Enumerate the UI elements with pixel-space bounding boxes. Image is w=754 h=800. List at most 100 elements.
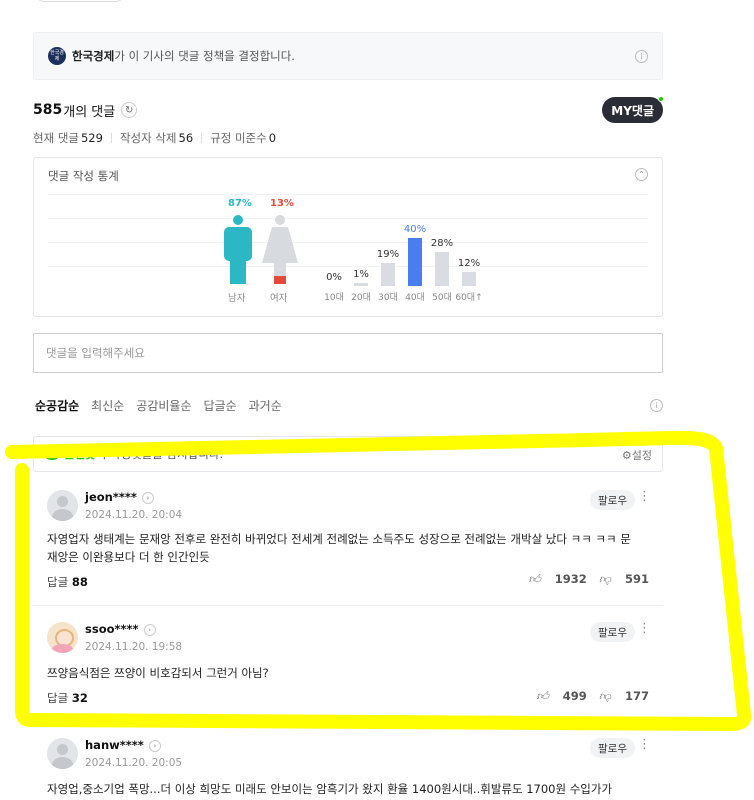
comment-count-row: 585 개의 댓글 ↻ MY댓글 <box>33 96 664 123</box>
cleanbot-text: 이 악성댓글을 감지합니다. <box>95 447 224 461</box>
my-comments-button[interactable]: MY댓글 <box>602 96 664 123</box>
gridline <box>48 218 648 219</box>
age-bar <box>462 272 476 286</box>
tab-sort-oldest[interactable]: 과거순 <box>249 397 282 414</box>
gender-figures <box>224 215 298 284</box>
thumbs-up-icon: 👍︎ <box>528 572 541 586</box>
cleanbot-settings-button[interactable]: ⚙설정 <box>622 447 652 463</box>
cleanbot-name: 클린봇 <box>64 447 96 461</box>
chevron-right-icon: › <box>148 740 161 752</box>
comment-stats-panel: 댓글 작성 통계 ⌃ 87% 13% 남자 여자 0% 10대 1% 20대 19% 30… <box>33 157 663 317</box>
top-pill-button[interactable] <box>36 0 124 2</box>
comment-nickname[interactable]: ssoo**** › <box>85 622 156 636</box>
male-legs <box>230 258 246 284</box>
press-name: 한국경제 <box>72 49 115 63</box>
divider <box>110 133 112 143</box>
female-body <box>262 227 298 263</box>
violation-label: 규정 미준수 <box>210 131 267 145</box>
male-pct: 87% <box>228 198 252 209</box>
new-dot-badge <box>658 96 664 102</box>
age-pct: 19% <box>376 249 400 260</box>
follow-button[interactable]: 팔로우 <box>590 490 635 510</box>
age-bar <box>381 263 395 286</box>
current-label: 현재 댓글 <box>33 131 79 145</box>
comment-count: 585 <box>33 102 63 118</box>
female-fill <box>274 276 286 284</box>
vote-group: 👍︎ 1932 👎︎ 591 <box>516 572 649 587</box>
more-icon[interactable]: ⋮ <box>638 490 651 503</box>
info-icon[interactable]: i <box>650 399 663 412</box>
comment-text: 자영업자 생태계는 문재앙 전후로 완전히 바뀌었다 전세계 전례없는 소득주도… <box>47 532 631 564</box>
age-pct: 1% <box>353 269 369 280</box>
violation-value: 0 <box>268 131 277 145</box>
vote-group: 👍︎ 499 👎︎ 177 <box>524 689 649 704</box>
gridline <box>48 242 648 243</box>
sort-tabs: 순공감순 최신순 공감비율순 답글순 과거순 <box>35 397 294 414</box>
female-pct: 13% <box>270 198 294 209</box>
comment-input-placeholder: 댓글을 입력해주세요 <box>46 346 145 360</box>
more-icon[interactable]: ⋮ <box>638 738 651 751</box>
age-label: 50대 <box>432 293 452 303</box>
age-label: 20대 <box>351 293 371 303</box>
tab-sort-latest[interactable]: 최신순 <box>91 397 124 414</box>
age-bar <box>435 252 449 286</box>
refresh-icon[interactable]: ↻ <box>121 102 138 118</box>
dislike-button[interactable]: 👎︎ 591 <box>599 572 649 587</box>
tab-sort-ratio[interactable]: 공감비율순 <box>136 397 191 414</box>
comment-text: 쯔양음식점은 쯔양이 비호감되서 그런거 아님? <box>47 666 269 680</box>
info-icon[interactable]: i <box>635 50 648 63</box>
current-value: 529 <box>80 131 103 145</box>
age-bar <box>354 283 368 286</box>
age-pct: 12% <box>457 258 481 269</box>
female-label: 여자 <box>270 293 288 304</box>
tab-sort-sympathy[interactable]: 순공감순 <box>35 397 79 414</box>
tab-sort-replies[interactable]: 답글순 <box>204 397 237 414</box>
age-label: 30대 <box>378 293 398 303</box>
like-button[interactable]: 👍︎ 499 <box>536 689 587 704</box>
comment-nickname[interactable]: jeon**** › <box>85 490 154 504</box>
gridline <box>48 194 648 195</box>
dislike-button[interactable]: 👎︎ 177 <box>599 689 649 704</box>
avatar[interactable] <box>47 738 78 769</box>
reply-button[interactable]: 답글 32 <box>47 690 88 706</box>
cleanbot-banner: 클린봇 이 악성댓글을 감지합니다. ⚙설정 <box>33 436 663 472</box>
female-head <box>275 215 285 225</box>
cleanbot-eye-icon <box>44 448 60 460</box>
age-label: 60대↑ <box>455 293 483 303</box>
thumbs-down-icon: 👎︎ <box>598 572 611 586</box>
chevron-right-icon: › <box>141 492 154 504</box>
age-pct: 40% <box>403 224 427 235</box>
more-icon[interactable]: ⋮ <box>638 622 651 635</box>
age-label: 40대 <box>405 293 425 303</box>
comment-input[interactable]: 댓글을 입력해주세요 <box>33 333 663 373</box>
press-logo: 한국경제 <box>48 47 66 65</box>
age-pct: 0% <box>326 272 342 283</box>
stats-title: 댓글 작성 통계 <box>48 169 119 183</box>
deleted-value: 56 <box>178 131 194 145</box>
chevron-right-icon: › <box>143 624 156 636</box>
avatar[interactable] <box>47 490 78 521</box>
comment-date: 2024.11.20. 20:05 <box>85 757 183 769</box>
comment-item: hanw**** › 2024.11.20. 20:05 팔로우 ⋮ 자영업,중소… <box>33 722 663 800</box>
follow-button[interactable]: 팔로우 <box>590 738 635 758</box>
reply-button[interactable]: 답글 88 <box>47 574 88 590</box>
divider <box>201 133 203 143</box>
collapse-icon[interactable]: ⌃ <box>635 168 648 181</box>
follow-button[interactable]: 팔로우 <box>590 622 635 642</box>
deleted-label: 작성자 삭제 <box>119 131 177 145</box>
gear-icon: ⚙ <box>621 449 632 462</box>
age-label: 10대 <box>324 293 344 303</box>
age-bar <box>408 238 422 286</box>
age-pct: 28% <box>430 238 454 249</box>
comment-count-label: 개의 댓글 <box>63 104 116 120</box>
comment-date: 2024.11.20. 19:58 <box>85 641 183 653</box>
avatar[interactable] <box>47 622 78 653</box>
gridline <box>48 266 648 267</box>
thumbs-up-icon: 👍︎ <box>536 689 549 703</box>
comment-item: ssoo**** › 2024.11.20. 19:58 팔로우 ⋮ 쯔양음식점은… <box>33 606 663 718</box>
comment-item: jeon**** › 2024.11.20. 20:04 팔로우 ⋮ 자영업자 생… <box>33 474 663 606</box>
comment-nickname[interactable]: hanw**** › <box>85 738 161 752</box>
comment-date: 2024.11.20. 20:04 <box>85 509 183 521</box>
male-label: 남자 <box>228 293 246 304</box>
like-button[interactable]: 👍︎ 1932 <box>528 572 587 587</box>
